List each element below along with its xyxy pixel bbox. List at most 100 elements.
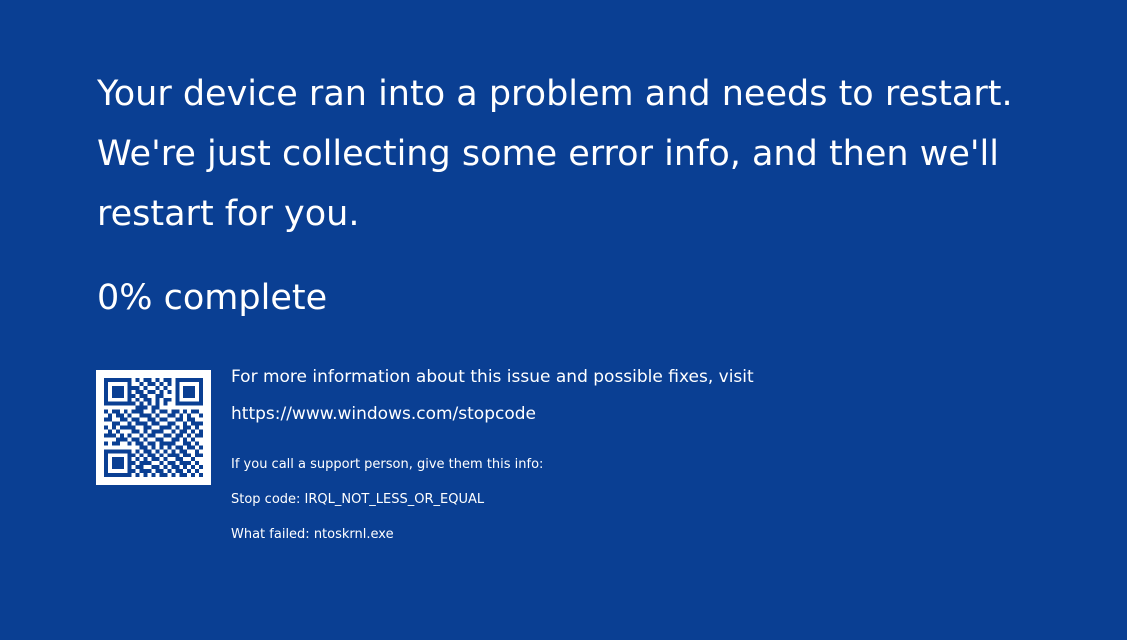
qr-module <box>127 425 132 430</box>
qr-module <box>171 461 176 466</box>
qr-module <box>131 385 136 390</box>
qr-module <box>183 421 188 426</box>
qr-module <box>143 425 148 430</box>
qr-module <box>151 457 156 462</box>
qr-module <box>151 441 156 446</box>
qr-module <box>191 473 196 478</box>
blue-screen: Your device ran into a problem and needs… <box>0 0 1127 640</box>
qr-finder-edge <box>175 377 204 382</box>
qr-module <box>167 469 172 474</box>
qr-module <box>187 461 192 466</box>
qr-module <box>147 433 152 438</box>
qr-module <box>131 453 136 458</box>
qr-module <box>119 425 124 430</box>
qr-module <box>107 429 112 434</box>
qr-module <box>147 381 152 386</box>
qr-module <box>139 405 144 410</box>
qr-finder-edge <box>199 381 204 402</box>
qr-module <box>187 417 192 422</box>
qr-module <box>103 409 108 414</box>
qr-module <box>175 469 180 474</box>
qr-module <box>187 441 192 446</box>
qr-module <box>171 473 176 478</box>
qr-module <box>171 429 176 434</box>
qr-finder-edge <box>127 381 132 402</box>
qr-module <box>131 417 136 422</box>
qr-module <box>171 413 176 418</box>
qr-finder-edge <box>127 453 132 474</box>
qr-finder-edge <box>103 401 132 406</box>
qr-module <box>135 457 140 462</box>
qr-module <box>147 413 152 418</box>
qr-module <box>183 425 188 430</box>
qr-module <box>135 437 140 442</box>
stopcode-url[interactable]: https://www.windows.com/stopcode <box>231 403 1071 425</box>
qr-module <box>143 377 148 382</box>
qr-module <box>199 433 204 438</box>
qr-module <box>147 461 152 466</box>
qr-module <box>143 461 148 466</box>
qr-module <box>151 473 156 478</box>
qr-module <box>139 445 144 450</box>
qr-module <box>163 457 168 462</box>
qr-module <box>163 385 168 390</box>
qr-module <box>139 401 144 406</box>
qr-module <box>111 441 116 446</box>
qr-module <box>147 377 152 382</box>
qr-module <box>155 405 160 410</box>
qr-module <box>139 469 144 474</box>
qr-finder-center <box>183 385 196 398</box>
qr-module <box>171 421 176 426</box>
qr-module <box>191 457 196 462</box>
qr-module <box>139 389 144 394</box>
qr-module <box>191 409 196 414</box>
more-info-text: For more information about this issue an… <box>231 367 754 387</box>
qr-module <box>175 433 180 438</box>
qr-module <box>159 417 164 422</box>
qr-module <box>151 465 156 470</box>
qr-module <box>151 421 156 426</box>
qr-module <box>163 473 168 478</box>
qr-module <box>179 413 184 418</box>
qr-module <box>103 441 108 446</box>
qr-module <box>191 429 196 434</box>
qr-module <box>155 401 160 406</box>
qr-module <box>131 393 136 398</box>
qr-module <box>167 425 172 430</box>
qr-module <box>159 445 164 450</box>
qr-module <box>187 425 192 430</box>
qr-module <box>155 465 160 470</box>
qr-finder-edge <box>103 449 132 454</box>
qr-module <box>151 409 156 414</box>
qr-module <box>179 461 184 466</box>
qr-module <box>171 453 176 458</box>
qr-module <box>135 389 140 394</box>
qr-module <box>115 437 120 442</box>
qr-module <box>187 469 192 474</box>
qr-module <box>143 393 148 398</box>
qr-module <box>155 397 160 402</box>
qr-module <box>159 441 164 446</box>
qr-module <box>187 453 192 458</box>
qr-module <box>139 413 144 418</box>
qr-module <box>179 429 184 434</box>
qr-module <box>111 409 116 414</box>
qr-module <box>119 417 124 422</box>
qr-module <box>135 377 140 382</box>
qr-module <box>199 429 204 434</box>
qr-module <box>155 469 160 474</box>
qr-code-icon <box>96 370 211 485</box>
qr-module <box>115 441 120 446</box>
qr-module <box>167 453 172 458</box>
qr-module <box>187 413 192 418</box>
qr-module <box>163 425 168 430</box>
qr-module <box>179 433 184 438</box>
qr-module <box>151 433 156 438</box>
qr-module <box>127 413 132 418</box>
qr-module <box>151 453 156 458</box>
qr-module <box>135 421 140 426</box>
qr-module <box>167 381 172 386</box>
qr-module <box>159 469 164 474</box>
qr-module <box>195 469 200 474</box>
qr-module <box>171 441 176 446</box>
